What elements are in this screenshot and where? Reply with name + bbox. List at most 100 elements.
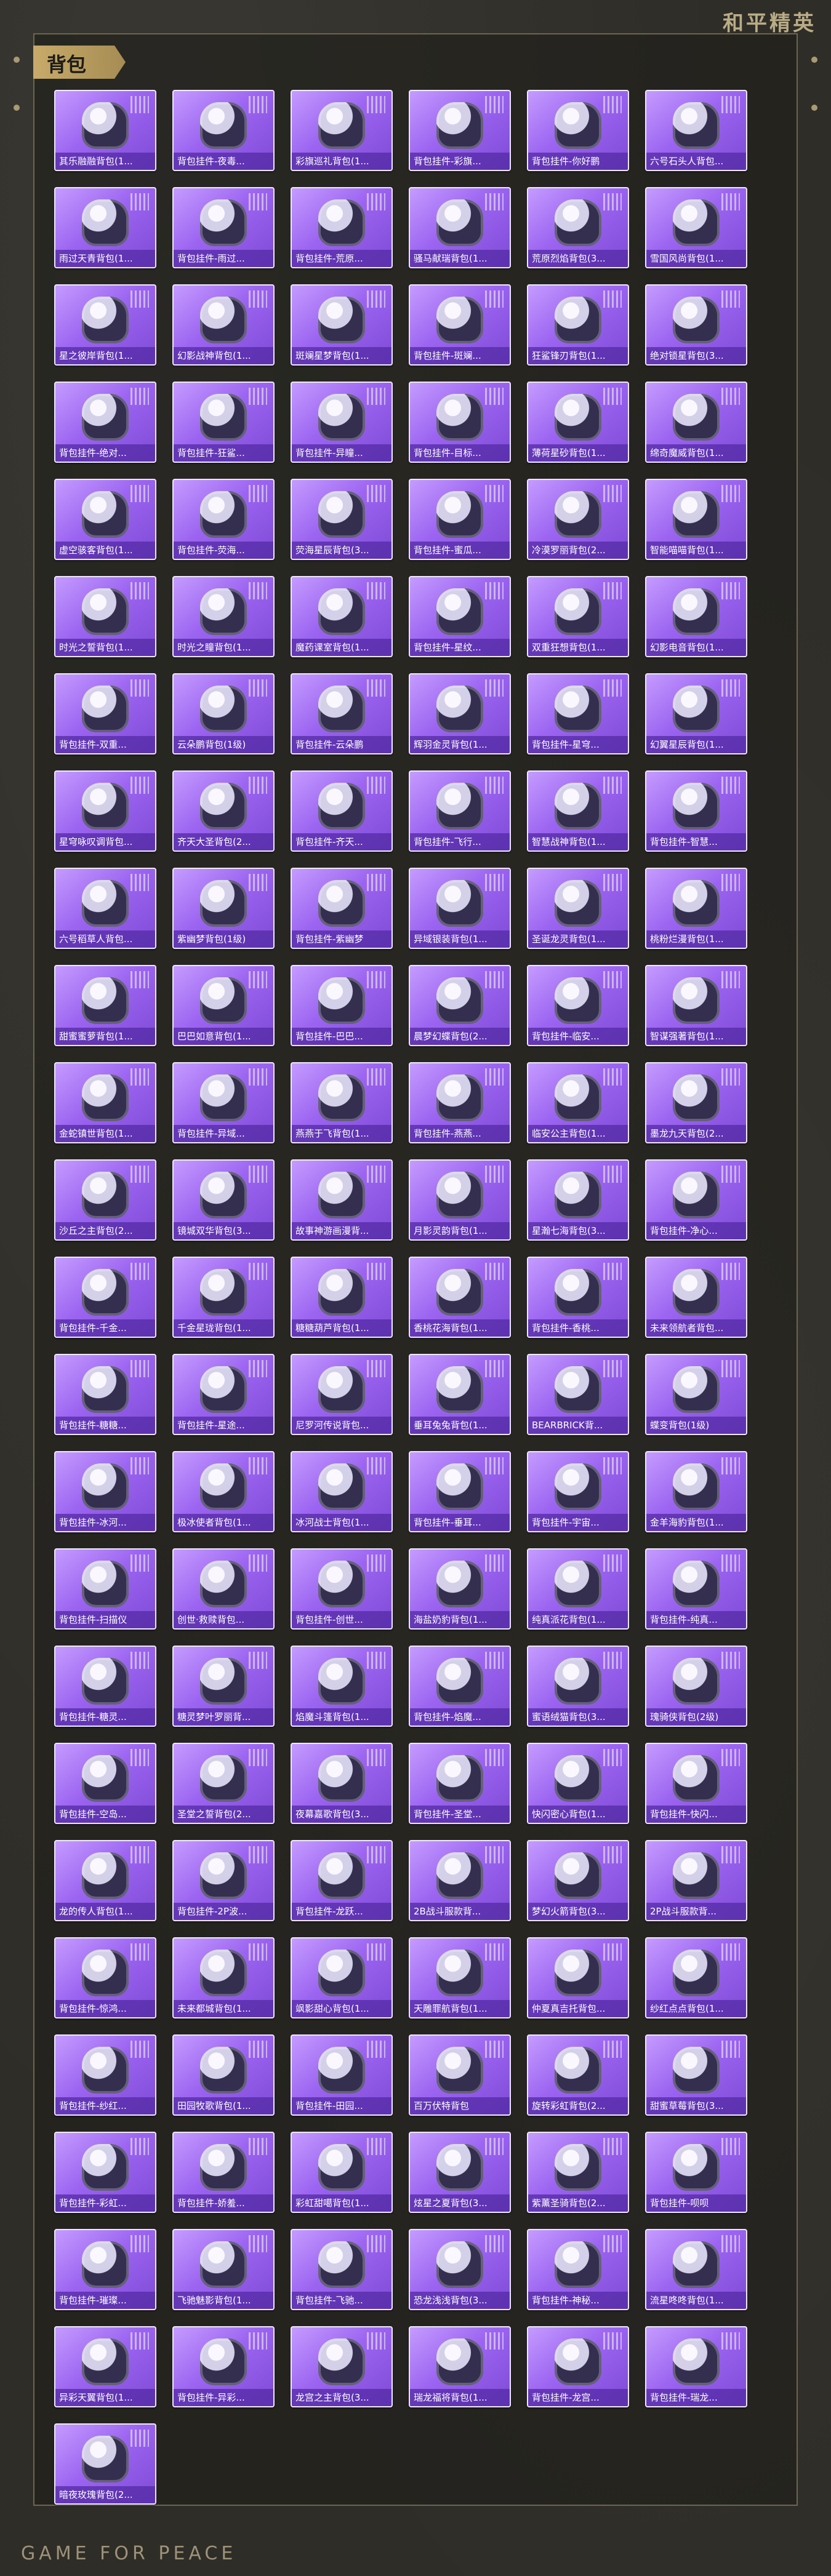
backpack-card[interactable]: 荧海星辰背包(3... (291, 479, 393, 560)
backpack-card[interactable]: 背包挂件-飞驰... (291, 2229, 393, 2310)
backpack-card[interactable]: 背包挂件-目标... (409, 382, 511, 463)
backpack-card[interactable]: 天雕罪航背包(1... (409, 1937, 511, 2018)
backpack-card[interactable]: 背包挂件-彩旗... (409, 90, 511, 171)
backpack-card[interactable]: 背包挂件-云朵鹏 (291, 673, 393, 754)
backpack-card[interactable]: 六号稻草人背包... (54, 868, 156, 949)
backpack-card[interactable]: 百万伏特背包 (409, 2034, 511, 2116)
backpack-card[interactable]: 龙的传人背包(1... (54, 1840, 156, 1921)
backpack-card[interactable]: 背包挂件-娇羞... (172, 2132, 275, 2213)
backpack-card[interactable]: 背包挂件-扫描仪 (54, 1548, 156, 1630)
backpack-card[interactable]: 彩旗巡礼背包(1... (291, 90, 393, 171)
backpack-card[interactable]: 背包挂件-异域... (172, 1062, 275, 1143)
backpack-card[interactable]: 焰魔斗篷背包(1... (291, 1646, 393, 1727)
backpack-card[interactable]: 背包挂件-圣堂... (409, 1743, 511, 1824)
backpack-card[interactable]: 彩虹甜噶背包(1... (291, 2132, 393, 2213)
backpack-card[interactable]: 背包挂件-龙宫... (527, 2326, 629, 2407)
backpack-card[interactable]: 暗夜玫瑰背包(2... (54, 2423, 156, 2505)
backpack-card[interactable]: 背包挂件-冰河... (54, 1451, 156, 1532)
backpack-card[interactable]: 背包挂件-瑞龙... (645, 2326, 747, 2407)
backpack-card[interactable]: 薄荷星砂背包(1... (527, 382, 629, 463)
backpack-card[interactable]: 异域银装背包(1... (409, 868, 511, 949)
backpack-card[interactable]: 金蛇镇世背包(1... (54, 1062, 156, 1143)
backpack-card[interactable]: 背包挂件-彩虹... (54, 2132, 156, 2213)
backpack-card[interactable]: 背包挂件-紫幽梦 (291, 868, 393, 949)
backpack-card[interactable]: 背包挂件-香桃... (527, 1257, 629, 1338)
backpack-card[interactable]: 背包挂件-2P波... (172, 1840, 275, 1921)
backpack-card[interactable]: 海盐奶豹背包(1... (409, 1548, 511, 1630)
backpack-card[interactable]: 垂耳兔兔背包(1... (409, 1354, 511, 1435)
backpack-card[interactable]: 背包挂件-宇宙... (527, 1451, 629, 1532)
backpack-card[interactable]: 六号石头人背包... (645, 90, 747, 171)
backpack-card[interactable]: 旋转彩虹背包(2... (527, 2034, 629, 2116)
backpack-card[interactable]: 流星咚咚背包(1... (645, 2229, 747, 2310)
backpack-card[interactable]: 紫幽梦背包(1级) (172, 868, 275, 949)
backpack-card[interactable]: 临安公主背包(1... (527, 1062, 629, 1143)
backpack-card[interactable]: 紫薰圣骑背包(2... (527, 2132, 629, 2213)
backpack-card[interactable]: 月影灵韵背包(1... (409, 1159, 511, 1241)
backpack-card[interactable]: 夜幕嘉歌背包(3... (291, 1743, 393, 1824)
backpack-card[interactable]: 背包挂件-纱红... (54, 2034, 156, 2116)
backpack-card[interactable]: 雨过天青背包(1... (54, 187, 156, 268)
backpack-card[interactable]: 糖灵梦叶罗丽背... (172, 1646, 275, 1727)
backpack-card[interactable]: 背包挂件-齐天... (291, 770, 393, 852)
backpack-card[interactable]: 背包挂件-斑斓... (409, 284, 511, 366)
backpack-card[interactable]: 故事神游画漫背... (291, 1159, 393, 1241)
backpack-card[interactable]: 骚马献瑞背包(1... (409, 187, 511, 268)
backpack-card[interactable]: 圣堂之誓背包(2... (172, 1743, 275, 1824)
backpack-card[interactable]: 背包挂件-糖灵... (54, 1646, 156, 1727)
backpack-card[interactable]: 背包挂件-田园... (291, 2034, 393, 2116)
backpack-card[interactable]: 纱红点点背包(1... (645, 1937, 747, 2018)
backpack-card[interactable]: 星穹咏叹调背包... (54, 770, 156, 852)
backpack-card[interactable]: 龙宫之主背包(3... (291, 2326, 393, 2407)
backpack-card[interactable]: 背包挂件-绝对... (54, 382, 156, 463)
backpack-card[interactable]: 背包挂件-临安... (527, 965, 629, 1046)
backpack-card[interactable]: 背包挂件-星穹... (527, 673, 629, 754)
backpack-card[interactable]: BEARBRICK背... (527, 1354, 629, 1435)
backpack-card[interactable]: 背包挂件-夜毒... (172, 90, 275, 171)
backpack-card[interactable]: 晨梦幻蝶背包(2... (409, 965, 511, 1046)
backpack-card[interactable]: 背包挂件-星途... (172, 1354, 275, 1435)
backpack-card[interactable]: 背包挂件-创世... (291, 1548, 393, 1630)
backpack-card[interactable]: 飒影甜心背包(1... (291, 1937, 393, 2018)
backpack-card[interactable]: 沙丘之主背包(2... (54, 1159, 156, 1241)
backpack-card[interactable]: 智能喵喵背包(1... (645, 479, 747, 560)
backpack-card[interactable]: 创世·救赎背包... (172, 1548, 275, 1630)
backpack-card[interactable]: 背包挂件-呗呗 (645, 2132, 747, 2213)
backpack-card[interactable]: 背包挂件-智慧... (645, 770, 747, 852)
backpack-card[interactable]: 香桃花海背包(1... (409, 1257, 511, 1338)
backpack-card[interactable]: 背包挂件-蜜瓜... (409, 479, 511, 560)
backpack-card[interactable]: 蝶变背包(1级) (645, 1354, 747, 1435)
backpack-card[interactable]: 背包挂件-快闪... (645, 1743, 747, 1824)
backpack-card[interactable]: 背包挂件-异瞳... (291, 382, 393, 463)
backpack-card[interactable]: 时光之誓背包(1... (54, 576, 156, 657)
backpack-card[interactable]: 炫星之夏背包(3... (409, 2132, 511, 2213)
backpack-card[interactable]: 背包挂件-荧海... (172, 479, 275, 560)
backpack-card[interactable]: 斑斓星梦背包(1... (291, 284, 393, 366)
backpack-card[interactable]: 蜜语绒猫背包(3... (527, 1646, 629, 1727)
backpack-card[interactable]: 快闪密心背包(1... (527, 1743, 629, 1824)
backpack-card[interactable]: 背包挂件-巴巴... (291, 965, 393, 1046)
backpack-card[interactable]: 背包挂件-净心... (645, 1159, 747, 1241)
backpack-card[interactable]: 2P战斗服款背... (645, 1840, 747, 1921)
backpack-card[interactable]: 智慧战神背包(1... (527, 770, 629, 852)
backpack-card[interactable]: 背包挂件-垂耳... (409, 1451, 511, 1532)
backpack-card[interactable]: 恐龙浅浅背包(3... (409, 2229, 511, 2310)
backpack-card[interactable]: 背包挂件-飞行... (409, 770, 511, 852)
backpack-card[interactable]: 幻影战神背包(1... (172, 284, 275, 366)
backpack-card[interactable]: 金羊海豹背包(1... (645, 1451, 747, 1532)
backpack-card[interactable]: 辉羽金灵背包(1... (409, 673, 511, 754)
backpack-card[interactable]: 冷漠罗丽背包(2... (527, 479, 629, 560)
backpack-card[interactable]: 背包挂件-龙跃... (291, 1840, 393, 1921)
backpack-card[interactable]: 冰河战士背包(1... (291, 1451, 393, 1532)
backpack-card[interactable]: 时光之瞳背包(1... (172, 576, 275, 657)
backpack-card[interactable]: 背包挂件-燕燕... (409, 1062, 511, 1143)
backpack-card[interactable]: 巴巴如意背包(1... (172, 965, 275, 1046)
backpack-card[interactable]: 圣诞龙灵背包(1... (527, 868, 629, 949)
backpack-card[interactable]: 星之彼岸背包(1... (54, 284, 156, 366)
backpack-card[interactable]: 甜蜜草莓背包(3... (645, 2034, 747, 2116)
backpack-card[interactable]: 虚空骇客背包(1... (54, 479, 156, 560)
backpack-card[interactable]: 背包挂件-异彩... (172, 2326, 275, 2407)
backpack-card[interactable]: 幻影电音背包(1... (645, 576, 747, 657)
backpack-card[interactable]: 极冰使者背包(1... (172, 1451, 275, 1532)
backpack-card[interactable]: 甜蜜蜜萝背包(1... (54, 965, 156, 1046)
